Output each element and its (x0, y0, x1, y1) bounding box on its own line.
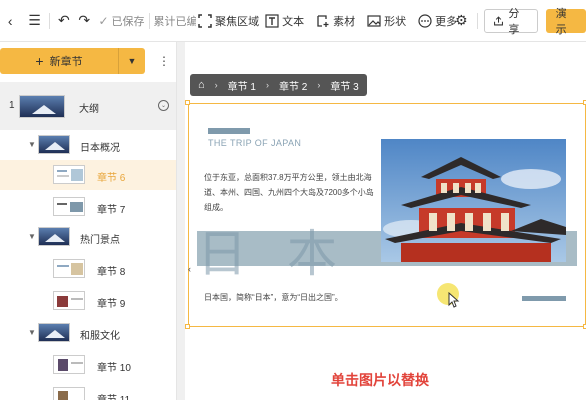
breadcrumb: ⌂ › 章节 1 › 章节 2 › 章节 3 (190, 74, 367, 96)
node-label: 章节 7 (97, 205, 126, 216)
slide-footer-text[interactable]: 日本国，简称“日本”，意为“日出之国”。 (204, 292, 343, 303)
word-count: 累计已编辑 35 (153, 15, 197, 28)
slide-thumbnail (53, 165, 85, 184)
focus-area-button[interactable]: 聚焦区域 (198, 13, 259, 29)
slide-thumbnail (38, 323, 70, 342)
slide-thumbnail (38, 135, 70, 154)
breadcrumb-item[interactable]: 章节 1 (228, 78, 256, 93)
node-label: 章节 9 (97, 299, 126, 310)
expand-arrow-icon[interactable]: ▼ (28, 328, 36, 337)
shape-button[interactable]: 形状 (367, 13, 406, 29)
outline-node-chapter[interactable]: 章节 6 (0, 160, 176, 190)
present-button[interactable]: 演示 (545, 8, 586, 36)
mouse-cursor-icon (448, 292, 460, 308)
share-button[interactable]: 分享 (484, 8, 538, 36)
node-number: 1 (9, 100, 15, 111)
slide-thumbnail (53, 387, 85, 400)
back-icon[interactable]: ‹ (0, 10, 20, 32)
text-button[interactable]: 文本 (265, 13, 304, 29)
resize-handle[interactable] (185, 324, 190, 329)
pagoda-image (381, 139, 566, 262)
shape-label: 形状 (384, 15, 407, 28)
breadcrumb-item[interactable]: 章节 3 (330, 78, 358, 93)
outline-node-chapter[interactable]: 章节 11 (0, 380, 176, 400)
slide-thumbnail (53, 355, 85, 374)
divider (477, 12, 479, 29)
slide-thumbnail (19, 95, 65, 118)
image-icon (367, 14, 381, 27)
node-label: 大纲 (79, 104, 99, 115)
node-label: 章节 8 (97, 267, 126, 278)
home-icon[interactable]: ⌂ (198, 79, 205, 91)
more-vertical-icon[interactable]: ⋮ (158, 54, 170, 68)
node-label: 章节 11 (97, 391, 130, 400)
slide-thumbnail (53, 291, 85, 310)
expand-arrow-icon[interactable]: ▼ (28, 140, 36, 149)
check-circle-icon: ✓ (98, 13, 109, 28)
slide-watermark-text: 日本 (197, 225, 377, 283)
new-chapter-label: 新章节 (49, 56, 83, 68)
outline-node-chapter[interactable]: 章节 7 (0, 190, 176, 220)
expand-arrow-icon[interactable]: ▼ (28, 232, 36, 241)
breadcrumb-item[interactable]: 章节 2 (279, 78, 307, 93)
saved-label: 已保存 (111, 15, 145, 28)
undo-icon[interactable]: ↶ (54, 10, 74, 32)
node-label: 热门景点 (80, 235, 120, 246)
decor-bar (208, 128, 250, 134)
share-icon (494, 15, 504, 25)
outline-node-section[interactable]: ▼ 日本概况 (0, 130, 176, 160)
node-label: 章节 10 (97, 363, 131, 374)
slide-thumbnail (53, 197, 85, 216)
outline-node-chapter[interactable]: 章节 10 (0, 348, 176, 380)
slide: THE TRIP OF JAPAN 位于东亚，总面积37.8万平方公里，领土由北… (189, 104, 585, 326)
outline-node-chapter[interactable]: 章节 9 (0, 284, 176, 316)
replace-image-hint: 单击图片以替换 (331, 372, 429, 388)
node-label: 日本概况 (80, 143, 120, 154)
resize-handle[interactable] (185, 100, 190, 105)
divider (148, 12, 150, 29)
outline-node-chapter[interactable]: 章节 8 (0, 252, 176, 284)
divider (48, 12, 50, 29)
plus-icon: + (35, 53, 44, 69)
saved-status: ✓ 已保存 (98, 13, 144, 29)
outline-node-section[interactable]: ▼ 和服文化 (0, 316, 176, 348)
outline-node-outline[interactable]: 1 大纲 ⌄ (0, 82, 176, 130)
settings-icon[interactable]: ⚙ (451, 10, 471, 32)
chevron-right-icon: › (214, 80, 218, 90)
redo-icon[interactable]: ↷ (74, 10, 94, 32)
chevron-down-icon[interactable]: ▼ (119, 56, 145, 66)
top-toolbar: ‹ ☰ ↶ ↷ ✓ 已保存 累计已编辑 35 聚焦区域 文本 素材 形状 更多 … (0, 0, 586, 42)
collapse-icon[interactable]: ⌄ (158, 100, 169, 111)
slide-photo[interactable] (381, 139, 566, 262)
more-circle-icon (418, 13, 432, 28)
slide-frame[interactable]: THE TRIP OF JAPAN 位于东亚，总面积37.8万平方公里，领土由北… (188, 103, 586, 327)
slide-body-text[interactable]: 位于东亚，总面积37.8万平方公里，领土由北海道、本州、四国、九州四个大岛及72… (204, 170, 380, 215)
outline-node-section[interactable]: ▼ 热门景点 (0, 220, 176, 252)
chevron-right-icon: › (266, 80, 269, 90)
material-icon (317, 14, 329, 27)
slide-thumbnail (53, 259, 85, 278)
chevron-right-icon: › (317, 80, 321, 90)
focus-icon (198, 13, 212, 28)
text-icon (265, 13, 279, 28)
text-label: 文本 (282, 15, 305, 28)
node-label: 章节 6 (97, 173, 126, 184)
slide-title[interactable]: THE TRIP OF JAPAN (208, 138, 301, 148)
focus-label: 聚焦区域 (215, 15, 260, 28)
material-button[interactable]: 素材 (316, 13, 355, 29)
menu-icon[interactable]: ☰ (24, 10, 44, 32)
decor-bar (522, 296, 566, 301)
new-chapter-main[interactable]: + 新章节 (0, 48, 119, 74)
chevron-left-icon[interactable]: ‹ (188, 264, 191, 274)
node-label: 和服文化 (80, 331, 120, 342)
share-label: 分享 (508, 7, 520, 36)
outline-sidebar: + 新章节 ▼ ⋮ 1 大纲 ⌄ ▼ 日本概况 章节 6 章节 7 ▼ 热门景点… (0, 42, 177, 400)
present-label: 演示 (555, 7, 567, 36)
material-label: 素材 (333, 15, 356, 28)
slide-thumbnail (38, 227, 70, 246)
new-chapter-button[interactable]: + 新章节 ▼ (0, 48, 145, 74)
